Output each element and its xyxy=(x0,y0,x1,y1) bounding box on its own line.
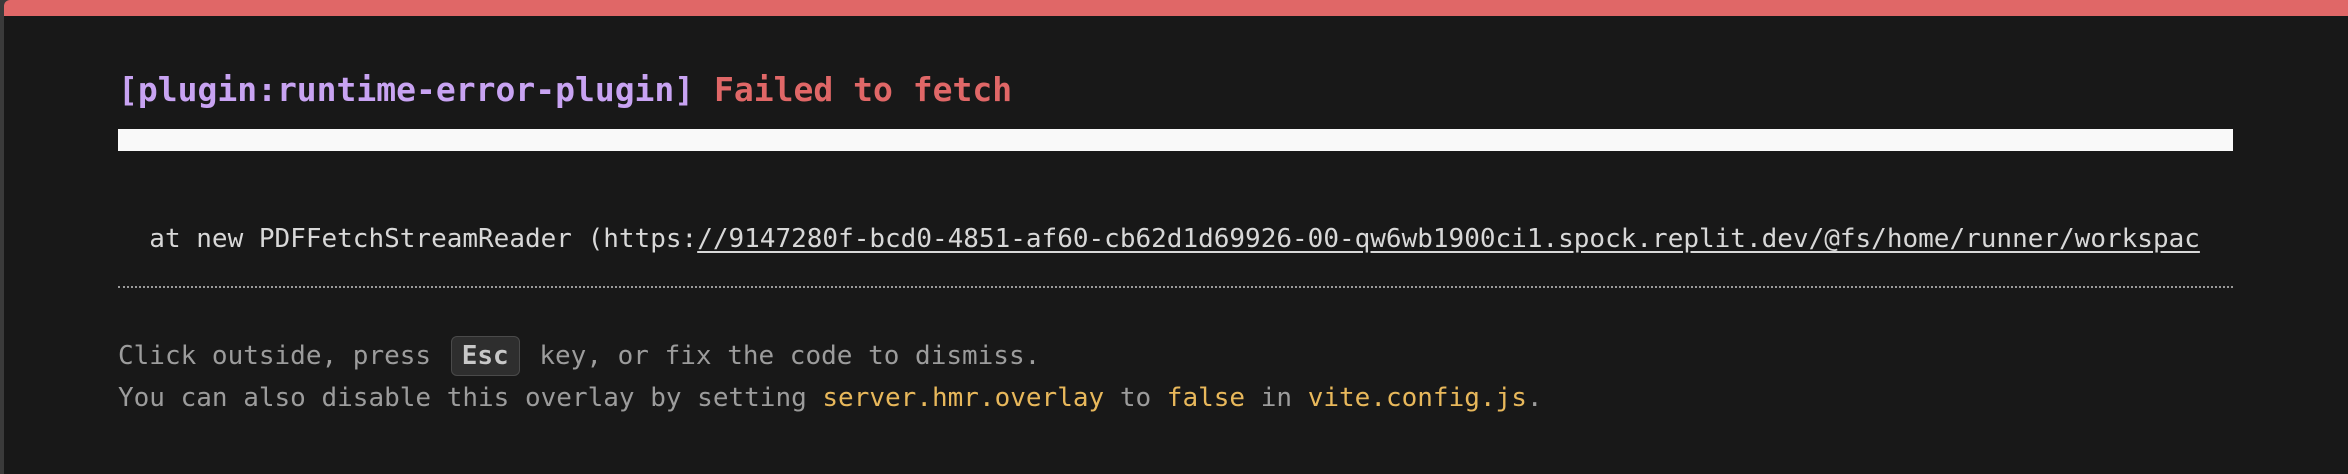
tip-text: key, or fix the code to dismiss. xyxy=(523,341,1041,371)
tip-text: in xyxy=(1245,383,1308,413)
esc-key: Esc xyxy=(450,336,520,376)
disable-tip: You can also disable this overlay by set… xyxy=(118,383,1543,413)
setting-name: server.hmr.overlay xyxy=(822,383,1105,413)
error-header: [plugin:runtime-error-plugin] Failed to … xyxy=(118,70,1012,109)
stack-trace: at new PDFFetchStreamReader (https://914… xyxy=(118,224,2233,254)
dismiss-tip: Click outside, press Esc key, or fix the… xyxy=(118,336,1040,376)
setting-value: false xyxy=(1166,383,1246,413)
tip-text: to xyxy=(1104,383,1167,413)
tip-text: Click outside, press xyxy=(118,341,447,371)
tip-text: . xyxy=(1526,383,1543,413)
divider xyxy=(118,286,2233,288)
plugin-name: [plugin:runtime-error-plugin] xyxy=(118,70,695,109)
code-frame xyxy=(118,129,2233,151)
config-file: vite.config.js xyxy=(1307,383,1527,413)
stack-file-link[interactable]: //9147280f-bcd0-4851-af60-cb62d1d69926-0… xyxy=(697,224,2200,254)
error-message: Failed to fetch xyxy=(714,70,1013,109)
tip-text: You can also disable this overlay by set… xyxy=(118,383,823,413)
stack-prefix: at new PDFFetchStreamReader (https: xyxy=(118,224,698,254)
